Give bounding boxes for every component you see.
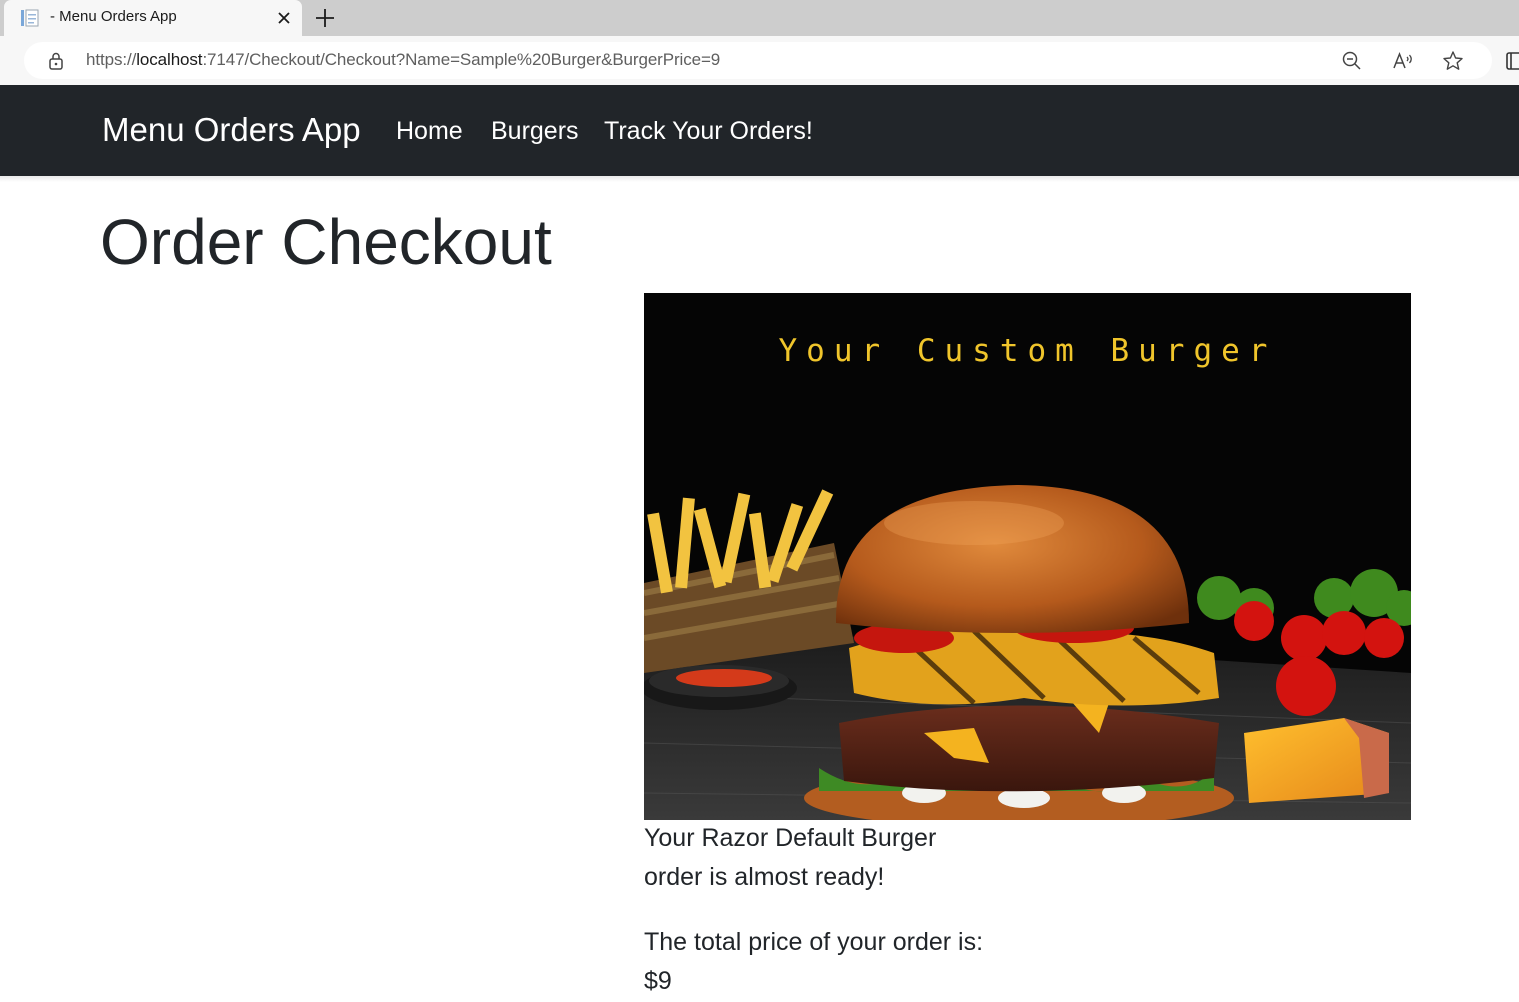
- favorite-star-icon[interactable]: [1442, 50, 1464, 72]
- site-navbar: Menu Orders App Home Burgers Track Your …: [0, 85, 1519, 176]
- order-line-1: Your Razor Default Burger: [644, 824, 937, 852]
- browser-tab-strip: - Menu Orders App: [0, 0, 1519, 36]
- browser-tab[interactable]: - Menu Orders App: [4, 0, 302, 36]
- order-line-2: order is almost ready!: [644, 863, 885, 891]
- nav-link-burgers[interactable]: Burgers: [491, 117, 579, 146]
- browser-toolbar: https://localhost:7147/Checkout/Checkout…: [0, 36, 1519, 85]
- sidebar-toggle-icon[interactable]: [1506, 51, 1519, 71]
- lock-icon[interactable]: [46, 51, 66, 71]
- page-favicon-icon: [20, 8, 40, 28]
- address-bar[interactable]: https://localhost:7147/Checkout/Checkout…: [24, 42, 1492, 79]
- nav-link-track-orders[interactable]: Track Your Orders!: [604, 117, 813, 146]
- navbar-brand[interactable]: Menu Orders App: [102, 111, 361, 149]
- navbar-shadow: [0, 176, 1519, 182]
- url-scheme: https://: [86, 50, 137, 69]
- page-title: Order Checkout: [100, 206, 552, 278]
- price-value: $9: [644, 967, 672, 995]
- nav-link-home[interactable]: Home: [396, 117, 463, 146]
- image-caption: Your Custom Burger: [778, 333, 1277, 369]
- price-label: The total price of your order is:: [644, 928, 984, 956]
- url-text[interactable]: https://localhost:7147/Checkout/Checkout…: [86, 50, 720, 70]
- url-path: :7147/Checkout/Checkout?Name=Sample%20Bu…: [202, 50, 721, 69]
- burger-image: Your Custom Burger: [644, 293, 1411, 820]
- zoom-out-icon[interactable]: [1341, 50, 1363, 72]
- close-icon[interactable]: [274, 8, 294, 28]
- url-host: localhost: [136, 50, 203, 69]
- read-aloud-icon[interactable]: [1392, 50, 1414, 72]
- tab-title: - Menu Orders App: [50, 8, 177, 25]
- plus-icon[interactable]: [312, 5, 338, 31]
